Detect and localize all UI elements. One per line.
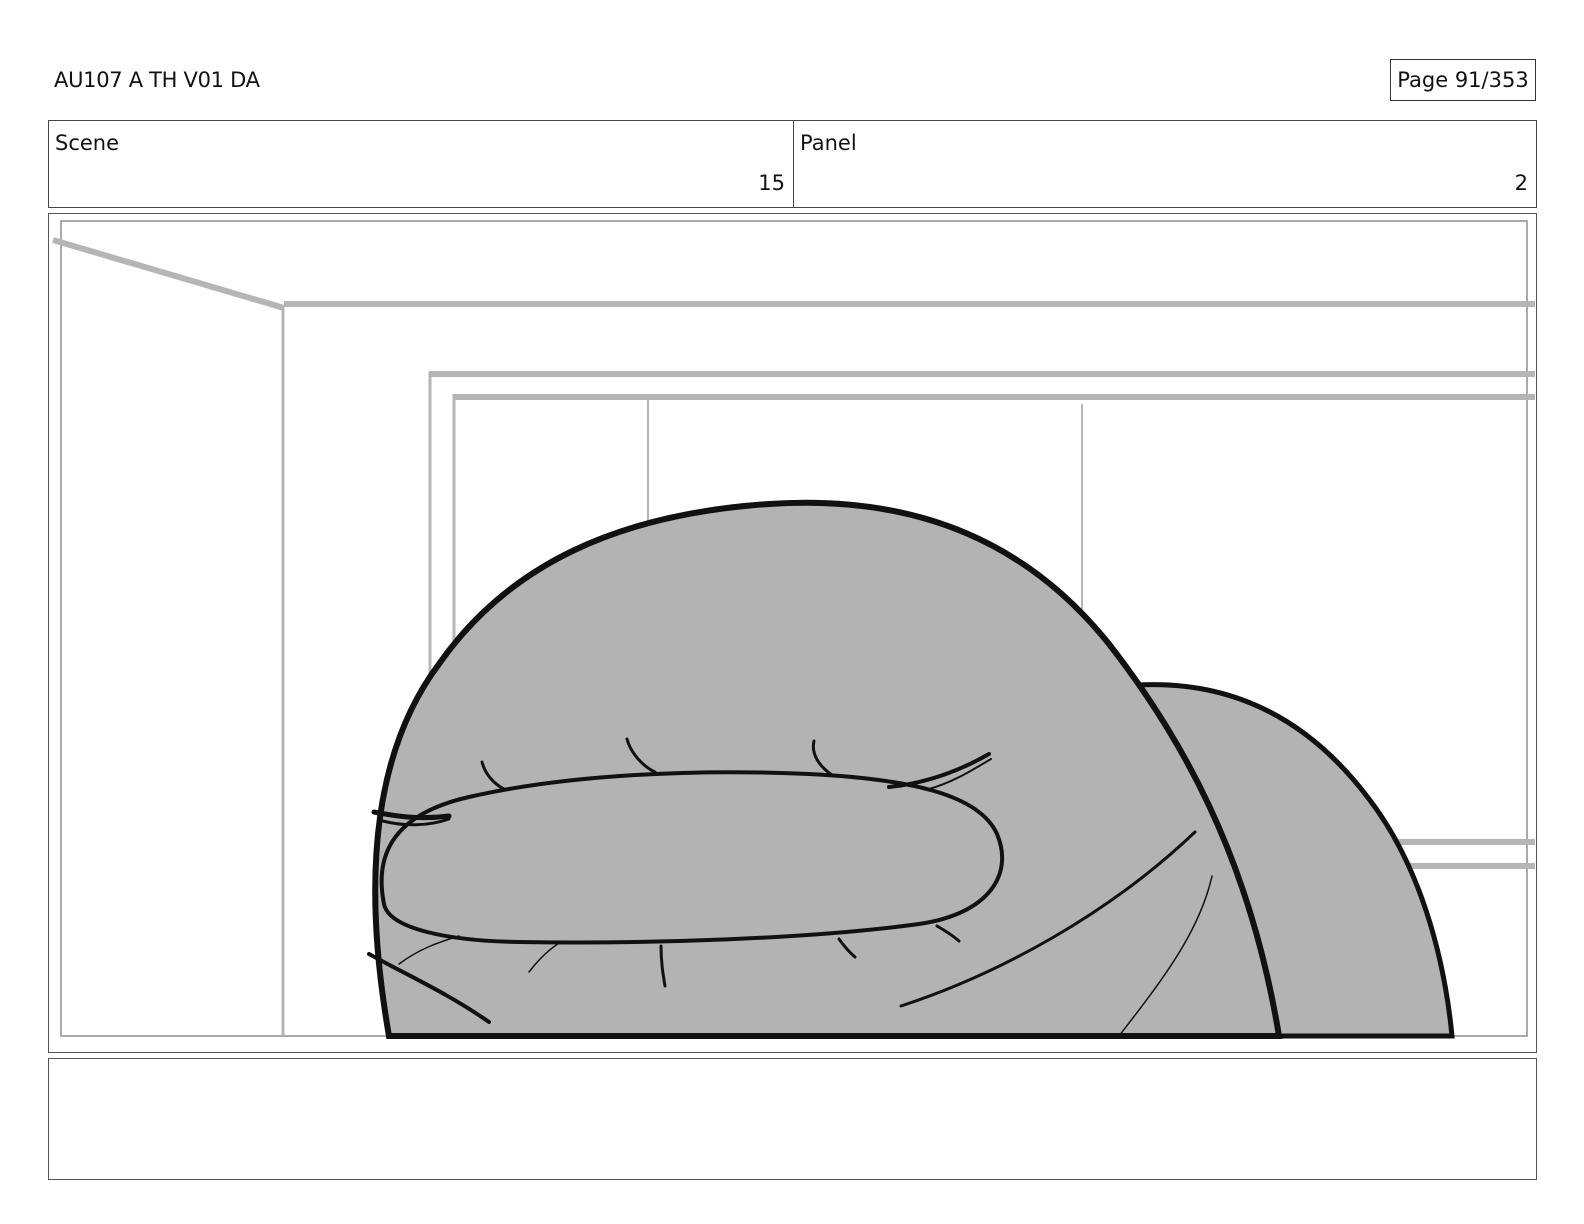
document-title: AU107 A TH V01 DA (54, 68, 260, 92)
scene-panel-info: Scene 15 Panel 2 (48, 120, 1537, 208)
page-indicator: Page 91/353 (1390, 59, 1536, 101)
storyboard-drawing (52, 220, 1535, 1039)
page-number: 91/353 (1454, 68, 1529, 92)
scene-cell: Scene 15 (49, 121, 794, 207)
panel-number: 2 (1514, 171, 1528, 195)
scene-label: Scene (55, 131, 120, 155)
character-eye-band (379, 770, 1005, 945)
notes-box (48, 1058, 1537, 1180)
storyboard-frame (48, 213, 1537, 1053)
scene-number: 15 (758, 171, 785, 195)
panel-cell: Panel 2 (794, 121, 1536, 207)
panel-label: Panel (800, 131, 857, 155)
page-label: Page (1397, 68, 1449, 92)
